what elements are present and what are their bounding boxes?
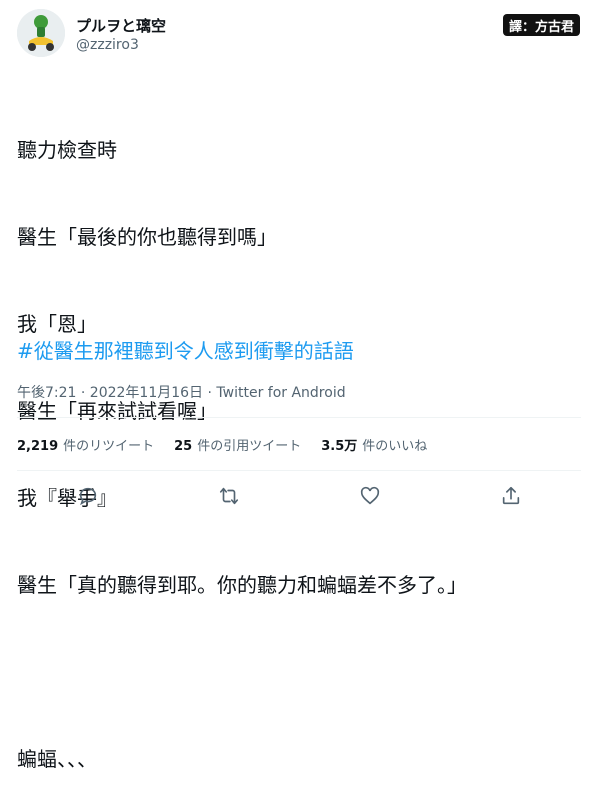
watermark-label: 譯：方古君 — [508, 19, 574, 35]
divider — [17, 417, 581, 418]
tweet-stats: 2,219 件のリツイート 25 件の引用ツイート 3.5万 件のいいね — [17, 435, 427, 454]
reply-icon[interactable] — [77, 485, 99, 507]
avatar[interactable] — [17, 9, 65, 57]
share-icon[interactable] — [500, 485, 522, 507]
translator-watermark: 譯：方古君 — [502, 14, 580, 36]
tweet-line: 聽力檢查時 — [17, 138, 117, 162]
likes-label: 件のいいね — [362, 439, 428, 454]
retweets-stat[interactable]: 2,219 件のリツイート — [17, 435, 154, 454]
tweet-line: 醫生「真的聽得到耶。你的聽力和蝙蝠差不多了。」 — [17, 573, 467, 597]
tweet-line: 蝙蝠、、、 — [17, 747, 97, 771]
user-display-name[interactable]: プルヲと璃空 — [76, 15, 166, 36]
divider — [17, 470, 581, 471]
retweet-icon[interactable] — [218, 485, 240, 507]
quotes-label: 件の引用ツイート — [197, 439, 302, 454]
hashtag-link[interactable]: #從醫生那裡聽到令人感到衝擊的話語 — [17, 335, 354, 364]
like-icon[interactable] — [359, 485, 381, 507]
retweets-count: 2,219 — [17, 439, 59, 454]
quotes-count: 25 — [174, 439, 193, 454]
tweet-line — [17, 658, 467, 687]
tweet-timestamp[interactable]: 午後7:21 · 2022年11月16日 · Twitter for Andro… — [17, 382, 346, 402]
scooter-character-avatar-icon — [17, 9, 65, 57]
user-handle[interactable]: @zzziro3 — [76, 37, 139, 53]
quotes-stat[interactable]: 25 件の引用ツイート — [174, 435, 301, 454]
retweets-label: 件のリツイート — [63, 439, 155, 454]
likes-count: 3.5万 — [321, 439, 358, 454]
likes-stat[interactable]: 3.5万 件のいいね — [321, 435, 427, 454]
tweet-line: 醫生「最後的你也聽得到嗎」 — [17, 225, 277, 249]
tweet-actions — [17, 476, 581, 516]
